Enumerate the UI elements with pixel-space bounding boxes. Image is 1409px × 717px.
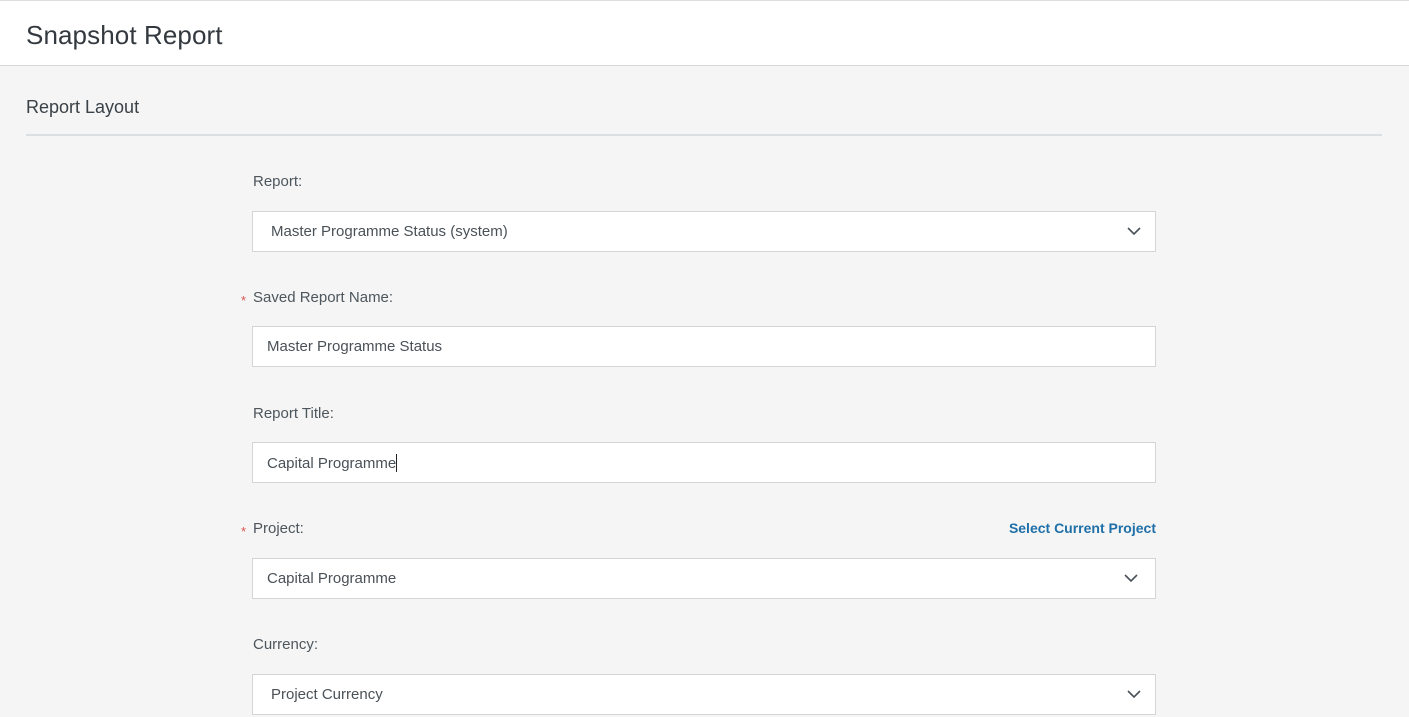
chevron-down-icon[interactable] [1126,223,1142,239]
required-indicator: * [241,524,247,539]
project-label: Project: [253,520,304,537]
project-select[interactable]: Capital Programme [252,558,1156,599]
report-select[interactable]: Master Programme Status (system) [252,211,1156,252]
required-indicator: * [241,293,247,308]
project-select-value: Capital Programme [267,570,397,587]
snapshot-report-page: Snapshot Report Report Layout Report: Ma… [0,0,1409,717]
currency-label: Currency: [253,636,319,653]
currency-select[interactable]: Project Currency [252,674,1156,715]
report-label: Report: [253,173,303,190]
page-title: Snapshot Report [26,20,223,50]
report-title-input[interactable]: Capital Programme [252,442,1156,483]
currency-select-value: Project Currency [271,686,383,703]
saved-report-name-value: Master Programme Status [267,338,443,355]
section-divider [26,134,1382,136]
text-caret [396,454,398,472]
chevron-down-icon[interactable] [1123,570,1139,586]
report-title-value-wrap: Capital Programme [267,454,398,472]
report-title-value: Capital Programme [267,455,397,472]
saved-report-name-label: Saved Report Name: [253,289,394,306]
page-header: Snapshot Report [0,0,1409,66]
chevron-down-icon[interactable] [1126,686,1142,702]
report-select-value: Master Programme Status (system) [271,223,508,240]
saved-report-name-input[interactable]: Master Programme Status [252,326,1156,367]
select-current-project-link[interactable]: Select Current Project [1009,520,1156,536]
report-title-label: Report Title: [253,405,334,422]
section-title: Report Layout [26,97,140,117]
